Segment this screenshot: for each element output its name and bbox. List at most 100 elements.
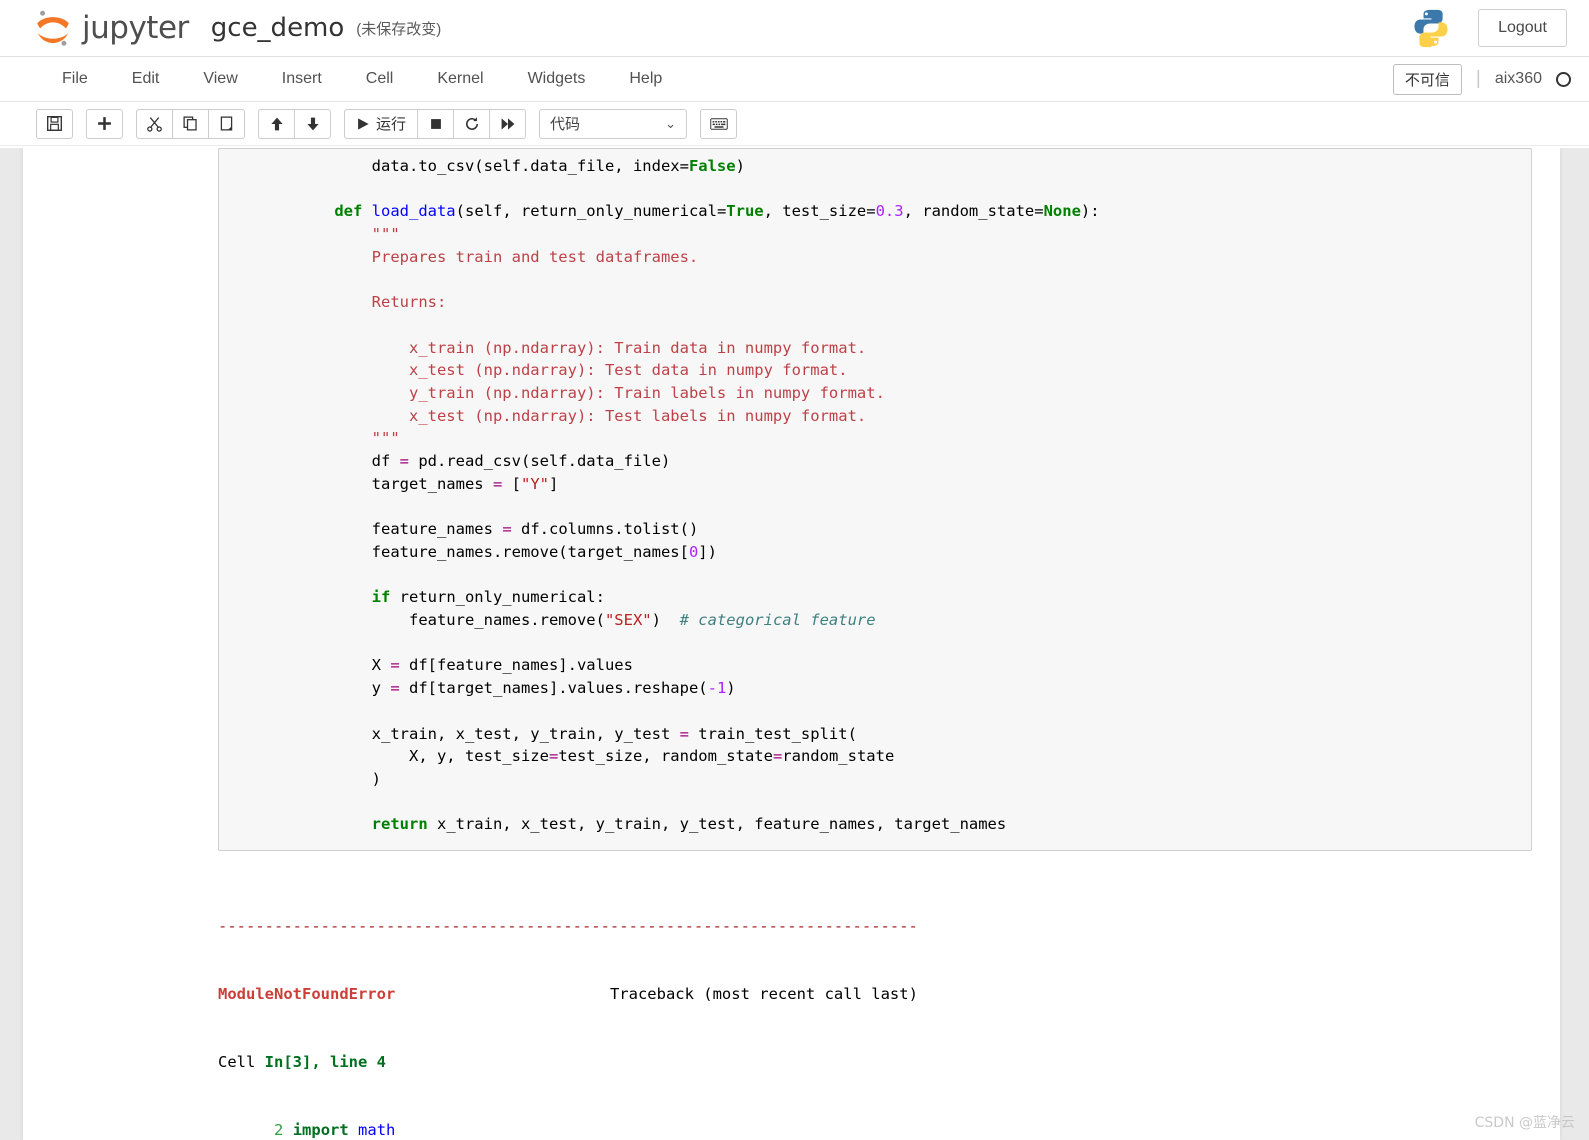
notebook-scroll-area[interactable]: data.to_csv(self.data_file, index=False)… bbox=[0, 148, 1589, 1140]
copy-button[interactable] bbox=[172, 108, 209, 139]
arrow-down-icon bbox=[306, 117, 319, 130]
traceback-header-text: Traceback (most recent call last) bbox=[609, 984, 918, 1003]
logout-button[interactable]: Logout bbox=[1478, 9, 1567, 47]
code-line: x_test (np.ndarray): Test data in numpy … bbox=[297, 359, 1517, 382]
code-token: = bbox=[502, 520, 512, 539]
code-line: X = df[feature_names].values bbox=[297, 654, 1517, 677]
code-token: load_data bbox=[371, 202, 456, 221]
jupyter-wordmark: jupyter bbox=[82, 10, 189, 46]
cut-button[interactable] bbox=[136, 108, 173, 139]
save-button[interactable] bbox=[36, 108, 73, 139]
code-line: Prepares train and test dataframes. bbox=[297, 246, 1517, 269]
restart-kernel-button[interactable] bbox=[453, 108, 491, 139]
code-token: Prepares train and test dataframes. bbox=[371, 247, 699, 266]
code-token: 0.3 bbox=[875, 202, 904, 221]
code-token: True bbox=[726, 202, 764, 221]
code-token: ] bbox=[549, 474, 559, 493]
jupyter-logo[interactable]: jupyter bbox=[34, 8, 189, 48]
traceback-token: import bbox=[292, 1120, 359, 1139]
chevron-down-icon: ⌄ bbox=[665, 115, 677, 131]
move-cell-up-button[interactable] bbox=[258, 108, 295, 139]
code-line: ​ bbox=[297, 632, 1517, 655]
code-line: ​ bbox=[297, 269, 1517, 292]
code-line: """ bbox=[297, 427, 1517, 450]
trust-status-button[interactable]: 不可信 bbox=[1392, 63, 1462, 95]
watermark: CSDN @蓝净云 bbox=[1474, 1115, 1575, 1131]
menu-kernel[interactable]: Kernel bbox=[415, 64, 505, 94]
plus-icon bbox=[98, 117, 111, 130]
toolbar-group-keyboard bbox=[700, 108, 738, 139]
notebook-title[interactable]: gce_demo bbox=[211, 13, 345, 43]
menu-bar: File Edit View Insert Cell Kernel Widget… bbox=[0, 57, 1589, 102]
code-line: return x_train, x_test, y_train, y_test,… bbox=[297, 813, 1517, 836]
code-line: ) bbox=[297, 768, 1517, 791]
menu-cell[interactable]: Cell bbox=[344, 64, 416, 94]
toolbar-group-insert bbox=[86, 108, 123, 139]
code-line: feature_names.remove(target_names[0]) bbox=[297, 541, 1517, 564]
code-token: feature_names bbox=[371, 520, 503, 539]
interrupt-kernel-button[interactable] bbox=[417, 108, 455, 139]
move-cell-down-button[interactable] bbox=[294, 108, 331, 139]
code-token: pd.read_csv(self.data_file) bbox=[409, 452, 671, 471]
code-cell[interactable]: data.to_csv(self.data_file, index=False)… bbox=[218, 148, 1532, 852]
menu-insert[interactable]: Insert bbox=[260, 64, 344, 94]
code-token: df[feature_names].values bbox=[399, 656, 633, 675]
command-palette-button[interactable] bbox=[700, 108, 738, 139]
code-line: Returns: bbox=[297, 291, 1517, 314]
menu-file[interactable]: File bbox=[40, 64, 110, 94]
code-token: = bbox=[399, 452, 409, 471]
code-token: test_size, random_state bbox=[558, 747, 773, 766]
traceback-frames: 2 import math 3 from io import StringIO-… bbox=[218, 1119, 1532, 1140]
code-token: X bbox=[371, 656, 391, 675]
code-token: , test_size= bbox=[763, 202, 876, 221]
cell-type-select[interactable]: 代码 ⌄ bbox=[539, 108, 688, 139]
jupyter-mark-icon bbox=[37, 10, 69, 46]
code-line: def load_data(self, return_only_numerica… bbox=[297, 200, 1517, 223]
toolbar-group-run: 运行 bbox=[344, 108, 527, 139]
code-token: = bbox=[772, 747, 783, 766]
insert-cell-button[interactable] bbox=[86, 108, 123, 139]
menu-edit[interactable]: Edit bbox=[110, 64, 182, 94]
code-line: ​ bbox=[297, 496, 1517, 519]
menu-help[interactable]: Help bbox=[607, 64, 684, 94]
code-token: feature_names.remove( bbox=[408, 611, 605, 630]
code-line: target_names = ["Y"] bbox=[297, 473, 1517, 496]
code-line: ​ bbox=[297, 314, 1517, 337]
cell-output-error: ----------------------------------------… bbox=[218, 869, 1532, 1140]
code-token: "SEX" bbox=[604, 611, 652, 630]
code-line: x_train, x_test, y_train, y_test = train… bbox=[297, 723, 1517, 746]
code-token: x_train, x_test, y_train, y_test, featur… bbox=[436, 815, 1007, 834]
code-line: ​ bbox=[297, 700, 1517, 723]
app-header: jupyter gce_demo (未保存改变) Logout bbox=[0, 0, 1589, 57]
run-cell-button[interactable]: 运行 bbox=[344, 108, 419, 139]
save-icon bbox=[47, 116, 62, 131]
code-token: """ bbox=[371, 225, 400, 244]
code-token: random_state bbox=[782, 747, 895, 766]
code-line: ​ bbox=[297, 564, 1517, 587]
toolbar: 运行 代码 ⌄ bbox=[0, 102, 1589, 146]
code-line: ​ bbox=[297, 791, 1517, 814]
python-logo-icon bbox=[1414, 9, 1448, 48]
code-token: data.to_csv(self.data_file, index= bbox=[371, 157, 689, 175]
code-token: ) bbox=[726, 679, 736, 698]
code-token: X, y, test_size bbox=[408, 747, 549, 766]
menu-view[interactable]: View bbox=[181, 64, 259, 94]
code-line: X, y, test_size=test_size, random_state=… bbox=[297, 745, 1517, 768]
code-token: = bbox=[492, 474, 503, 493]
code-token: x_test (np.ndarray): Test data in numpy … bbox=[408, 361, 848, 380]
restart-and-run-all-button[interactable] bbox=[489, 108, 527, 139]
code-token: x_train, x_test, y_train, y_test bbox=[371, 724, 680, 743]
code-line: df = pd.read_csv(self.data_file) bbox=[297, 450, 1517, 473]
code-token: ): bbox=[1080, 202, 1100, 221]
code-token: 0 bbox=[688, 542, 699, 561]
code-token: = bbox=[390, 656, 400, 675]
notebook-page: data.to_csv(self.data_file, index=False)… bbox=[23, 148, 1560, 1140]
code-editor[interactable]: data.to_csv(self.data_file, index=False)… bbox=[219, 155, 1531, 836]
paste-button[interactable] bbox=[208, 108, 245, 139]
code-token: df[target_names].values.reshape( bbox=[399, 679, 708, 698]
code-line: y_train (np.ndarray): Train labels in nu… bbox=[297, 382, 1517, 405]
menu-widgets[interactable]: Widgets bbox=[506, 64, 608, 94]
toolbar-group-save bbox=[36, 108, 73, 139]
cell-type-value: 代码 bbox=[550, 116, 581, 133]
code-token: ]) bbox=[698, 542, 717, 561]
